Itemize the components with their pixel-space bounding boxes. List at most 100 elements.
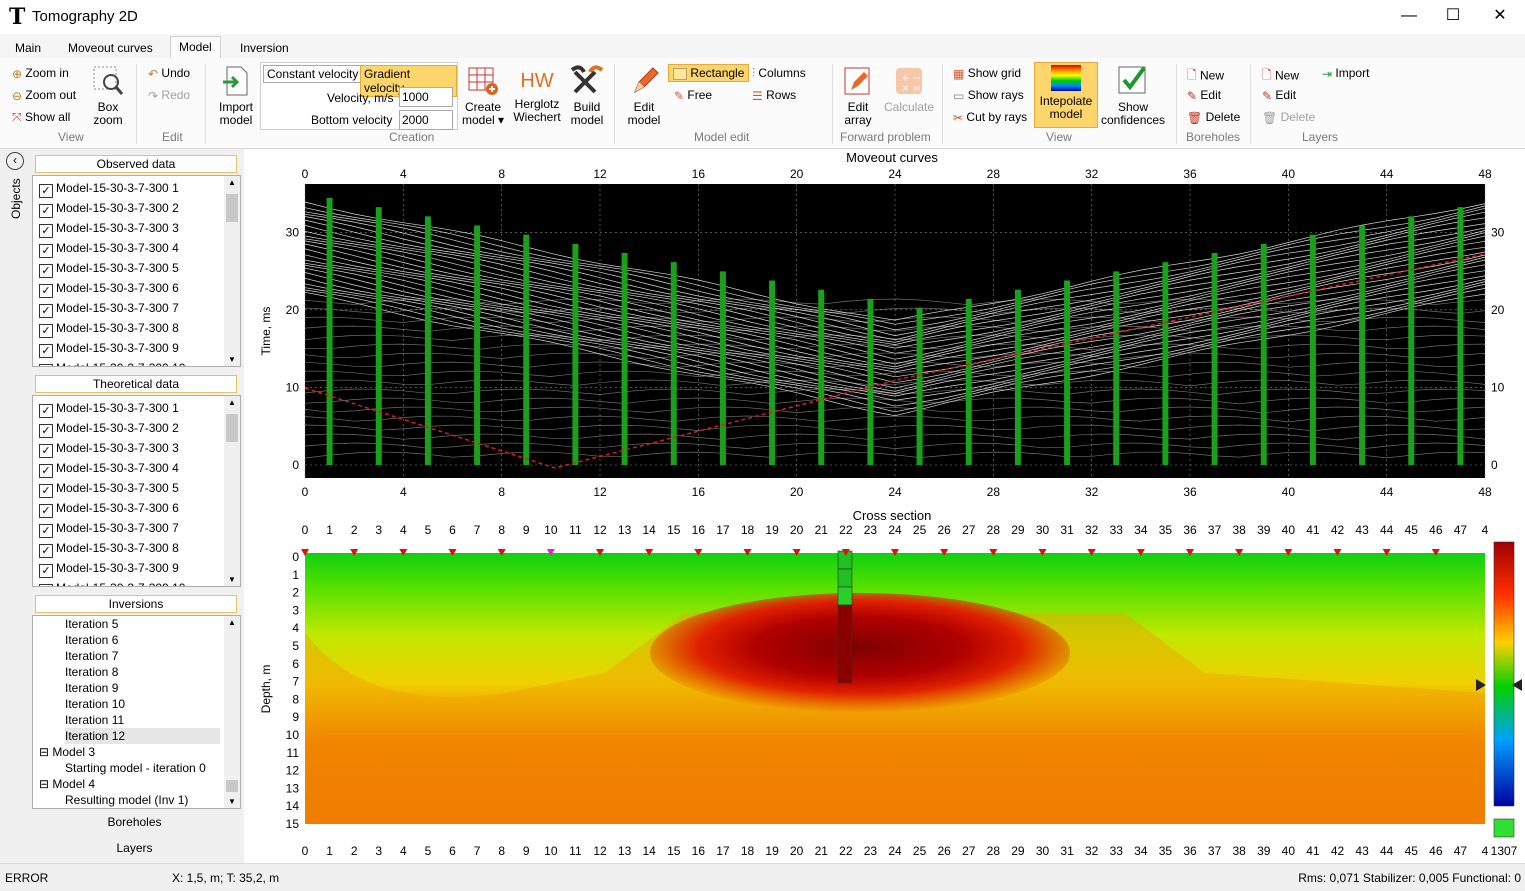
tree-item[interactable]: Iteration 8 bbox=[65, 664, 118, 680]
boreholes-panel-button[interactable]: Boreholes bbox=[32, 815, 237, 829]
observed-item[interactable]: ✓ Model-15-30-3-7-300 9 bbox=[39, 338, 179, 358]
tab-model[interactable]: Model bbox=[170, 36, 221, 60]
observed-item[interactable]: ✓Model-15-30-3-7-300 10 bbox=[39, 358, 185, 366]
tree-item[interactable]: Resulting model (Inv 1) bbox=[65, 792, 188, 808]
checkbox[interactable]: ✓ bbox=[39, 564, 53, 578]
theoretical-item[interactable]: ✓ Model-15-30-3-7-300 4 bbox=[39, 458, 179, 478]
checkbox[interactable]: ✓ bbox=[39, 504, 53, 518]
checkbox[interactable]: ✓ bbox=[39, 444, 53, 458]
observed-data-header[interactable]: Observed data bbox=[35, 155, 237, 173]
plots-canvas[interactable]: Moveout curves00448812121616202024242828… bbox=[244, 149, 1525, 863]
theoretical-item[interactable]: ✓ Model-15-30-3-7-300 9 bbox=[39, 558, 179, 578]
tree-item[interactable]: Iteration 6 bbox=[65, 632, 118, 648]
checkbox[interactable]: ✓ bbox=[39, 324, 53, 338]
tree-item[interactable]: ⊟ Model 4 bbox=[39, 776, 95, 792]
show-grid-button[interactable]: ▦ Show grid bbox=[953, 66, 1021, 81]
theoretical-item[interactable]: ✓ Model-15-30-3-7-300 2 bbox=[39, 418, 179, 438]
observed-item[interactable]: ✓ Model-15-30-3-7-300 7 bbox=[39, 298, 179, 318]
edit-model-button[interactable]: Edit model bbox=[622, 64, 666, 127]
borehole-new-button[interactable]: 🗋 New bbox=[1187, 66, 1224, 87]
import-model-button[interactable]: Import model bbox=[214, 64, 258, 127]
collapse-panel-button[interactable]: ‹ bbox=[6, 152, 24, 170]
box-zoom-button[interactable]: Box zoom bbox=[88, 64, 128, 127]
tab-moveout-curves[interactable]: Moveout curves bbox=[60, 38, 161, 58]
show-all-button[interactable]: ⤧ Show all bbox=[12, 110, 70, 125]
checkbox[interactable]: ✓ bbox=[39, 544, 53, 558]
close-button[interactable]: ✕ bbox=[1477, 0, 1523, 32]
tree-item[interactable]: Starting model - iteration 0 bbox=[65, 760, 206, 776]
scroll-thumb[interactable] bbox=[226, 194, 238, 222]
checkbox[interactable]: ✓ bbox=[39, 184, 53, 198]
borehole-delete-button[interactable]: 🗑 Delete bbox=[1187, 110, 1240, 125]
checkbox[interactable]: ✓ bbox=[39, 304, 53, 318]
observed-item[interactable]: ✓ Model-15-30-3-7-300 4 bbox=[39, 238, 179, 258]
interpolate-model-button[interactable]: Intepolate model bbox=[1034, 62, 1098, 128]
inversions-scrollbar[interactable]: ▲ ▼ bbox=[224, 616, 240, 808]
checkbox[interactable]: ✓ bbox=[39, 484, 53, 498]
layer-import-button[interactable]: ⇥ Import bbox=[1322, 66, 1369, 81]
theoretical-item[interactable]: ✓ Model-15-30-3-7-300 5 bbox=[39, 478, 179, 498]
tree-item[interactable]: Iteration 7 bbox=[65, 648, 118, 664]
free-tool-button[interactable]: ✎ Free bbox=[674, 88, 712, 103]
checkbox[interactable]: ✓ bbox=[39, 404, 53, 418]
rows-tool-button[interactable]: ☰ Rows bbox=[752, 88, 796, 103]
theoretical-item[interactable]: ✓ Model-15-30-3-7-300 3 bbox=[39, 438, 179, 458]
create-model-button[interactable]: Create model ▾ bbox=[460, 64, 506, 127]
show-rays-button[interactable]: ▭ Show rays bbox=[953, 88, 1024, 103]
zoom-out-button[interactable]: ⊖ Zoom out bbox=[12, 88, 76, 103]
cut-by-rays-button[interactable]: ✂ Cut by rays bbox=[953, 110, 1027, 125]
bottom-velocity-input[interactable] bbox=[399, 110, 453, 130]
herglotz-wiechert-button[interactable]: HW Herglotz Wiechert bbox=[510, 64, 564, 124]
calculate-button[interactable]: + − × = Calculate bbox=[882, 64, 936, 114]
maximize-button[interactable]: ☐ bbox=[1430, 0, 1476, 32]
observed-item[interactable]: ✓ Model-15-30-3-7-300 6 bbox=[39, 278, 179, 298]
layers-panel-button[interactable]: Layers bbox=[32, 841, 237, 855]
theoretical-item[interactable]: ✓ Model-15-30-3-7-300 6 bbox=[39, 498, 179, 518]
layer-new-button[interactable]: 🗋 New bbox=[1262, 66, 1299, 87]
observed-scrollbar[interactable]: ▲ ▼ bbox=[224, 176, 240, 366]
checkbox[interactable]: ✓ bbox=[39, 344, 53, 358]
build-model-button[interactable]: Build model bbox=[566, 64, 608, 127]
layer-edit-button[interactable]: ✎ Edit bbox=[1262, 88, 1296, 103]
checkbox[interactable]: ✓ bbox=[39, 364, 53, 366]
checkbox[interactable]: ✓ bbox=[39, 224, 53, 238]
checkbox[interactable]: ✓ bbox=[39, 424, 53, 438]
observed-item[interactable]: ✓ Model-15-30-3-7-300 3 bbox=[39, 218, 179, 238]
tree-toggle-icon[interactable]: ⊟ bbox=[39, 745, 52, 759]
tree-item[interactable]: Iteration 10 bbox=[65, 696, 125, 712]
borehole-edit-button[interactable]: ✎ Edit bbox=[1187, 88, 1221, 103]
tree-item[interactable]: Iteration 5 bbox=[65, 616, 118, 632]
tab-inversion[interactable]: Inversion bbox=[232, 38, 297, 58]
tree-item[interactable]: ⊟ Model 3 bbox=[39, 744, 95, 760]
zoom-in-button[interactable]: ⊕ Zoom in bbox=[12, 66, 69, 81]
checkbox[interactable]: ✓ bbox=[39, 244, 53, 258]
show-confidences-button[interactable]: Show confidences bbox=[1100, 64, 1166, 127]
tree-item[interactable]: Iteration 11 bbox=[65, 712, 124, 728]
theoretical-scrollbar[interactable]: ▲ ▼ bbox=[224, 396, 240, 586]
tree-item[interactable]: Iteration 12 bbox=[65, 728, 220, 744]
checkbox[interactable]: ✓ bbox=[39, 584, 53, 586]
rectangle-tool-button[interactable]: Rectangle bbox=[668, 64, 750, 82]
tree-toggle-icon[interactable]: ⊟ bbox=[39, 777, 52, 791]
constant-velocity-option[interactable]: Constant velocity bbox=[263, 65, 363, 83]
observed-item[interactable]: ✓ Model-15-30-3-7-300 2 bbox=[39, 198, 179, 218]
theoretical-item[interactable]: ✓ Model-15-30-3-7-300 1 bbox=[39, 398, 179, 418]
minimize-button[interactable]: — bbox=[1386, 0, 1432, 32]
checkbox[interactable]: ✓ bbox=[39, 284, 53, 298]
checkbox[interactable]: ✓ bbox=[39, 464, 53, 478]
observed-item[interactable]: ✓ Model-15-30-3-7-300 5 bbox=[39, 258, 179, 278]
scroll-thumb[interactable] bbox=[226, 780, 238, 792]
theoretical-item[interactable]: ✓Model-15-30-3-7-300 10 bbox=[39, 578, 185, 586]
theoretical-data-header[interactable]: Theoretical data bbox=[35, 375, 237, 393]
observed-item[interactable]: ✓ Model-15-30-3-7-300 1 bbox=[39, 178, 179, 198]
redo-button[interactable]: ↷ Redo bbox=[148, 88, 190, 103]
edit-array-button[interactable]: Edit array bbox=[838, 64, 878, 127]
theoretical-item[interactable]: ✓ Model-15-30-3-7-300 8 bbox=[39, 538, 179, 558]
theoretical-item[interactable]: ✓ Model-15-30-3-7-300 7 bbox=[39, 518, 179, 538]
checkbox[interactable]: ✓ bbox=[39, 524, 53, 538]
tab-main[interactable]: Main bbox=[7, 38, 49, 58]
scroll-thumb[interactable] bbox=[226, 414, 238, 442]
checkbox[interactable]: ✓ bbox=[39, 264, 53, 278]
velocity-input[interactable] bbox=[399, 87, 453, 107]
columns-tool-button[interactable]: ⫶ Columns bbox=[752, 66, 806, 81]
